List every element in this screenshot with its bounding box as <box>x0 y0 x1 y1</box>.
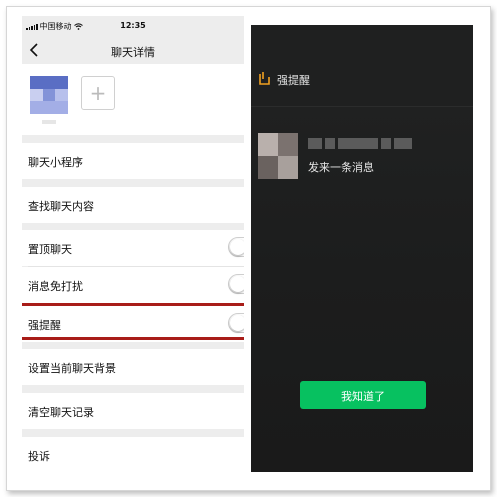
chat-details-screen: 中国移动 12:35 68 聊天详情 <box>22 16 244 472</box>
row-label: 清空聊天记录 <box>28 406 94 419</box>
status-bar: 中国移动 12:35 68 <box>22 16 244 36</box>
navigation-bar: 聊天详情 <box>22 36 244 64</box>
row-search-chat-content[interactable]: 查找聊天内容 <box>22 187 244 223</box>
strong-reminder-toggle[interactable] <box>228 313 244 333</box>
row-mini-programs[interactable]: 聊天小程序 <box>22 143 244 179</box>
strong-reminder-icon <box>259 72 270 85</box>
row-label: 强提醒 <box>28 319 61 332</box>
sender-name-blurred <box>308 138 412 149</box>
reminder-message: 发来一条消息 <box>308 161 374 174</box>
row-complain[interactable]: 投诉 <box>22 437 244 472</box>
reminder-title: 强提醒 <box>277 74 310 87</box>
header-divider <box>251 106 473 107</box>
mute-notifications-toggle[interactable] <box>228 274 244 294</box>
row-mute-notifications[interactable]: 消息免打扰 <box>22 267 244 303</box>
acknowledge-button-label: 我知道了 <box>341 390 385 403</box>
sticky-on-top-toggle[interactable] <box>228 237 244 257</box>
row-set-chat-background[interactable]: 设置当前聊天背景 <box>22 349 244 385</box>
row-label: 置顶聊天 <box>28 243 72 256</box>
row-label: 消息免打扰 <box>28 280 83 293</box>
row-clear-chat-history[interactable]: 清空聊天记录 <box>22 393 244 429</box>
plus-icon: + <box>89 81 107 105</box>
member-name-blurred <box>42 120 56 124</box>
member-avatar[interactable] <box>30 76 68 114</box>
row-label: 聊天小程序 <box>28 156 83 169</box>
row-label: 查找聊天内容 <box>28 200 94 213</box>
sender-avatar <box>258 133 298 179</box>
page-title: 聊天详情 <box>111 46 155 59</box>
reminder-header <box>251 25 473 107</box>
add-member-button[interactable]: + <box>81 76 115 110</box>
highlight-line-bottom <box>22 337 244 340</box>
row-label: 设置当前聊天背景 <box>28 362 116 375</box>
members-section: + <box>22 64 244 135</box>
strong-reminder-screen: 强提醒 发来一条消息 我知道了 <box>251 25 473 472</box>
status-time: 12:35 <box>120 21 146 30</box>
row-sticky-on-top[interactable]: 置顶聊天 <box>22 230 244 266</box>
row-label: 投诉 <box>28 450 50 463</box>
acknowledge-button[interactable]: 我知道了 <box>300 381 426 409</box>
